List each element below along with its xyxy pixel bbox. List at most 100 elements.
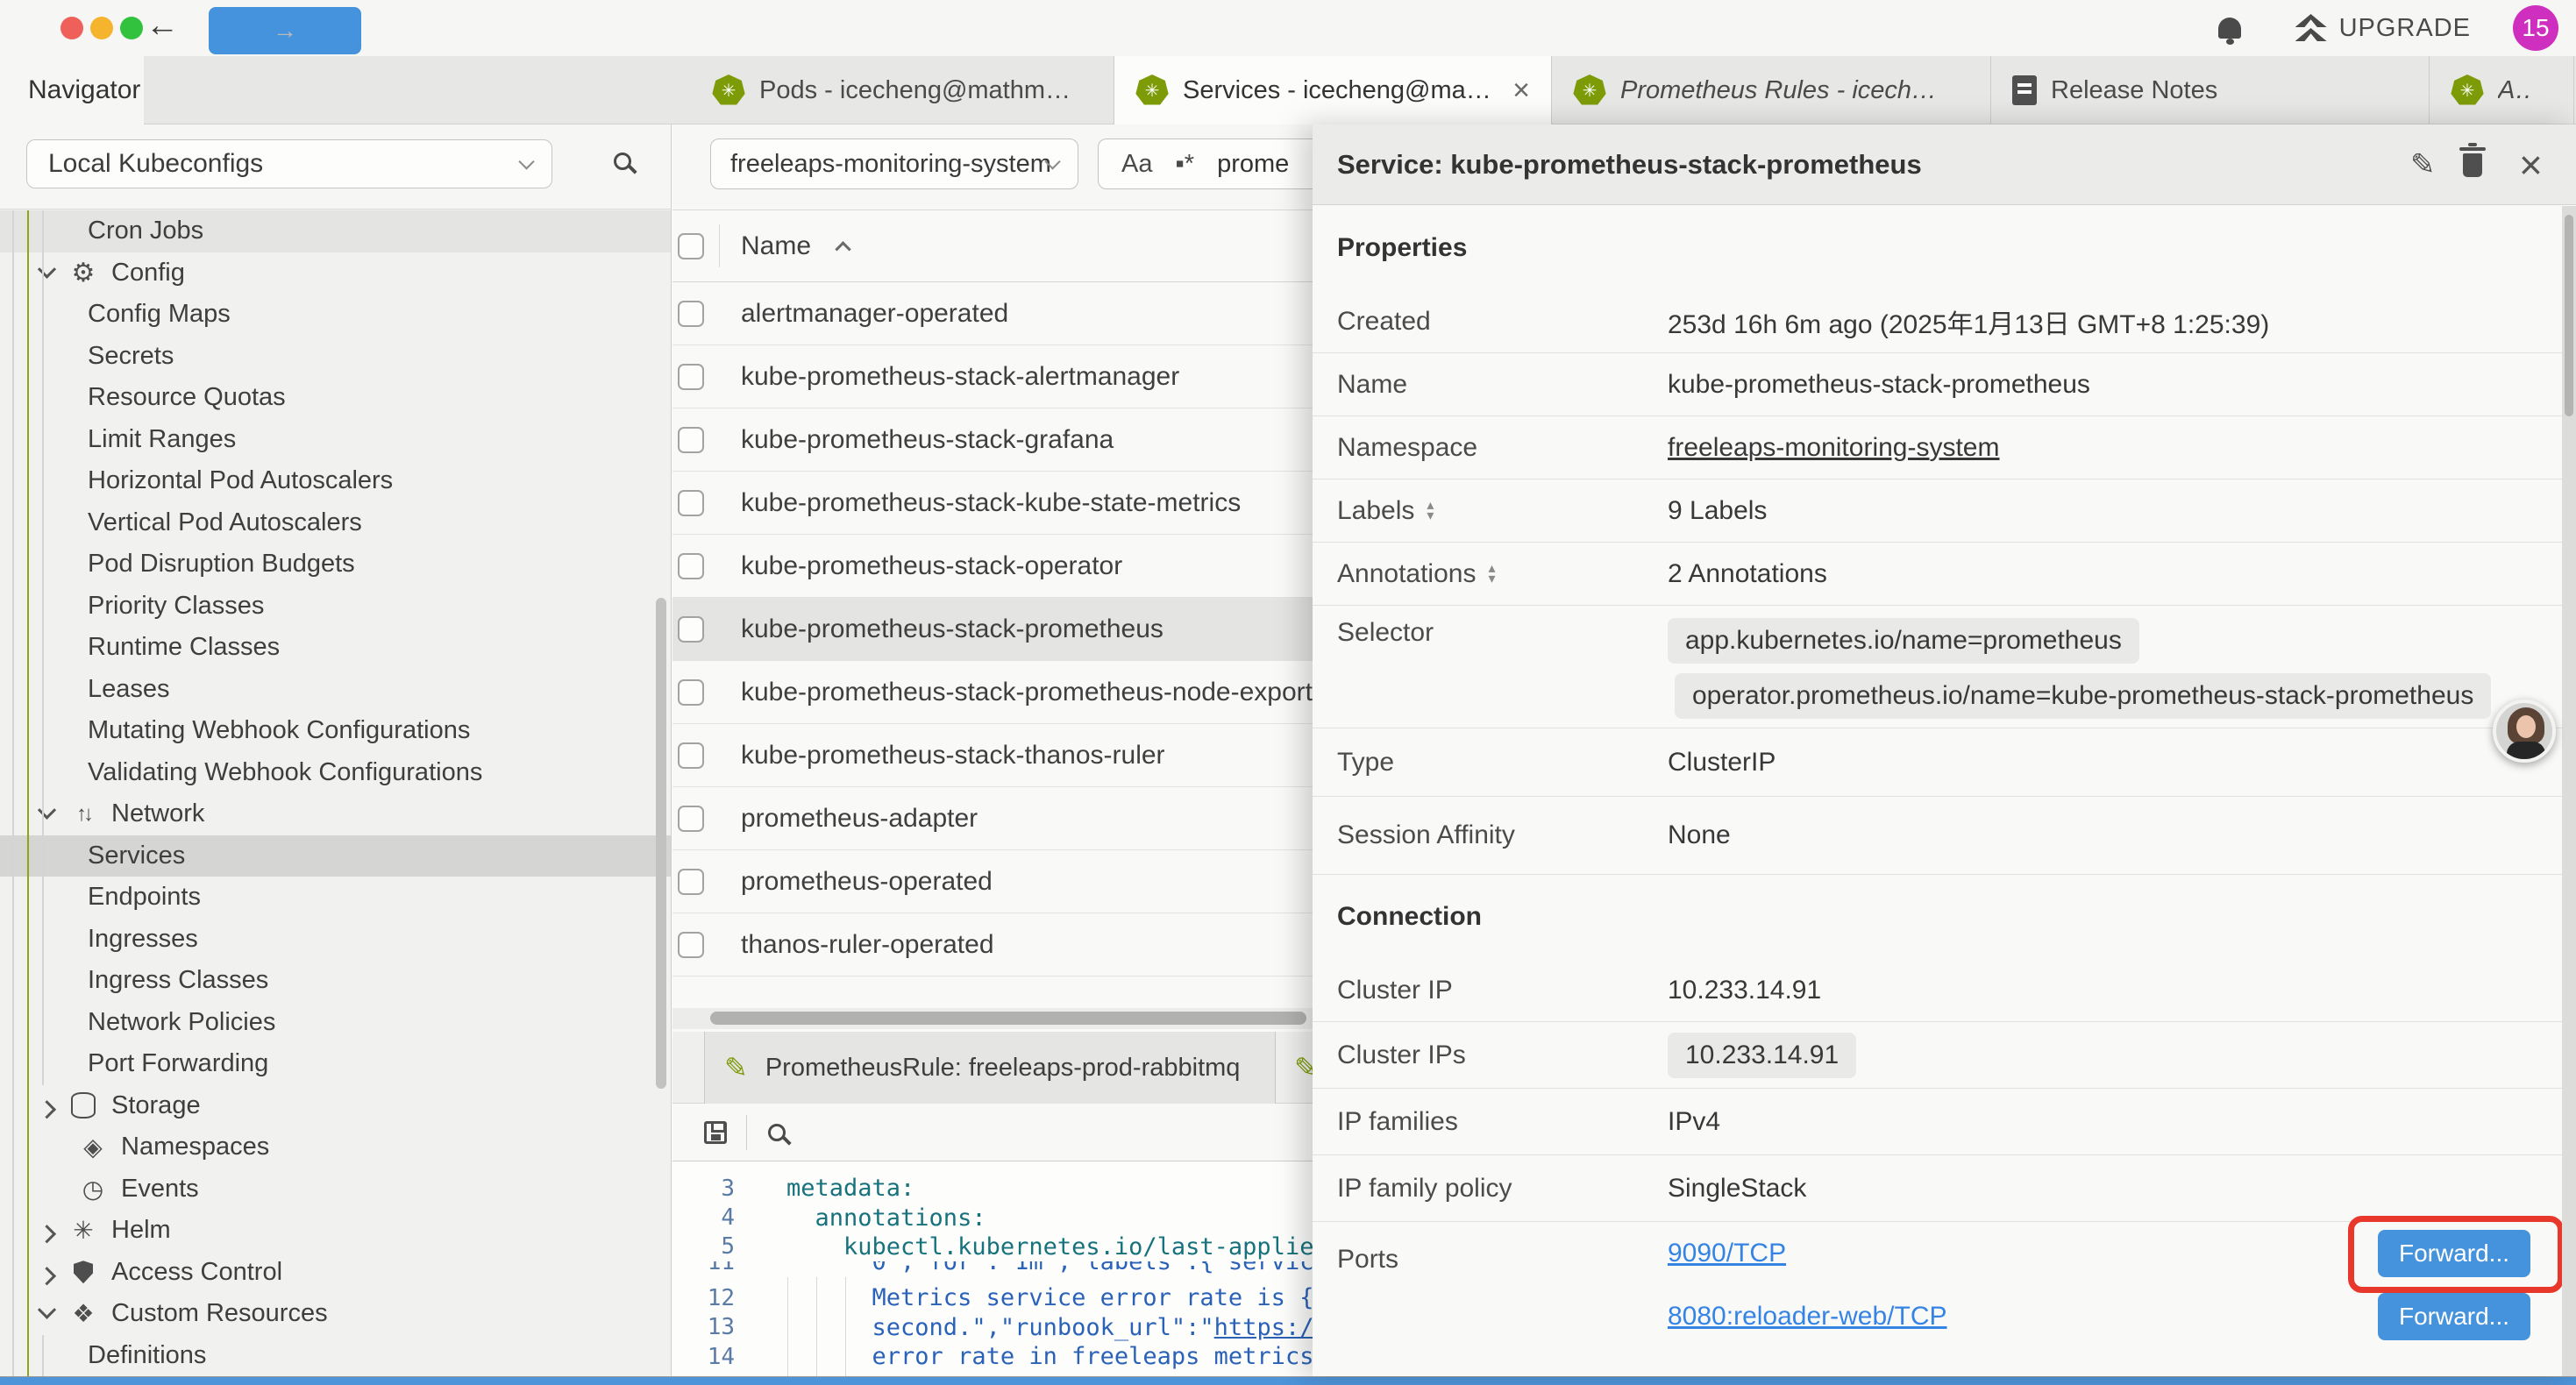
name-column-header[interactable]: Name (741, 210, 849, 282)
port-link[interactable]: 8080:reloader-web/TCP (1668, 1302, 1947, 1332)
sidebar-item[interactable]: Horizontal Pod Autoscalers (0, 460, 671, 502)
content-tab[interactable]: Services - icecheng@math... × (1114, 56, 1552, 124)
expand-collapse-icon[interactable] (1488, 564, 1495, 585)
sidebar-item[interactable]: Network (0, 793, 671, 835)
sidebar-item[interactable]: Ingress Classes (0, 960, 671, 1002)
sidebar-item[interactable]: Config (0, 252, 671, 295)
code-text: error rate in freeleaps metrics serv (755, 1343, 1385, 1370)
navigator-tab[interactable]: Navigator (0, 56, 144, 124)
tree-chevron-icon[interactable] (38, 1301, 56, 1319)
sidebar-item[interactable]: Custom Resources (0, 1293, 671, 1335)
window-minimize-button[interactable] (90, 17, 113, 39)
row-checkbox[interactable] (678, 806, 704, 832)
match-case-toggle[interactable]: Aa (1121, 150, 1152, 179)
window-close-button[interactable] (60, 17, 83, 39)
assistant-avatar[interactable] (2493, 700, 2556, 763)
expand-collapse-icon[interactable] (1427, 501, 1434, 522)
horizontal-scrollbar-thumb[interactable] (710, 1012, 1306, 1025)
panel-scrollbar[interactable] (2562, 206, 2576, 1376)
namespace-link[interactable]: freeleaps-monitoring-system (1668, 433, 1999, 463)
sidebar-item[interactable]: Mutating Webhook Configurations (0, 710, 671, 752)
tree-chevron-icon[interactable] (38, 1100, 56, 1119)
forward-button[interactable]: → (209, 7, 361, 54)
sidebar-scrollbar[interactable] (656, 598, 666, 1089)
editor-tab[interactable]: PrometheusRule: freeleaps-prod-rabbitmq (704, 1032, 1276, 1104)
sidebar-item[interactable]: Vertical Pod Autoscalers (0, 502, 671, 544)
sidebar-item[interactable]: Limit Ranges (0, 419, 671, 461)
window-zoom-button[interactable] (120, 17, 143, 39)
namespace-select[interactable]: freeleaps-monitoring-system (710, 138, 1078, 189)
select-all-checkbox[interactable] (678, 233, 704, 259)
close-icon[interactable]: × (2519, 124, 2543, 205)
sidebar-item[interactable]: Services (0, 835, 671, 877)
sidebar-search-icon[interactable] (614, 153, 631, 170)
sidebar-item-label: Horizontal Pod Autoscalers (88, 466, 393, 495)
upgrade-icon[interactable] (2295, 14, 2327, 42)
code-text: second.","runbook_url":"https://netc (755, 1314, 1385, 1341)
sidebar-item[interactable]: Helm (0, 1210, 671, 1252)
sidebar-item[interactable]: Leases (0, 669, 671, 711)
row-checkbox[interactable] (678, 490, 704, 516)
delete-icon[interactable] (2463, 124, 2482, 205)
sidebar-item-label: Port Forwarding (88, 1049, 268, 1078)
sidebar-item[interactable]: Endpoints (0, 877, 671, 919)
notifications-bell-icon[interactable] (2218, 18, 2241, 39)
save-icon[interactable] (704, 1121, 727, 1144)
labels-value[interactable]: 9 Labels (1668, 496, 1767, 526)
sidebar-header: Local Kubeconfigs (0, 124, 671, 210)
sidebar-item[interactable]: Pod Disruption Budgets (0, 543, 671, 586)
tree-chevron-icon[interactable] (38, 1225, 56, 1243)
name-value: kube-prometheus-stack-prometheus (1668, 370, 2090, 400)
sidebar-item[interactable]: Secrets (0, 336, 671, 378)
row-checkbox[interactable] (678, 869, 704, 895)
row-checkbox[interactable] (678, 742, 704, 769)
row-checkbox[interactable] (678, 616, 704, 643)
sidebar-item[interactable]: Cron Jobs (0, 210, 671, 252)
sidebar-item[interactable]: Validating Webhook Configurations (0, 752, 671, 794)
row-checkbox[interactable] (678, 679, 704, 706)
content-tab[interactable]: Prometheus Rules - icecheng... (1552, 56, 1991, 124)
sidebar-item[interactable]: Definitions (0, 1335, 671, 1377)
panel-scrollbar-thumb[interactable] (2565, 215, 2573, 416)
kubeconfig-select[interactable]: Local Kubeconfigs (26, 139, 552, 188)
type-value: ClusterIP (1668, 748, 1775, 778)
tab-close-icon[interactable]: × (1512, 74, 1530, 108)
regex-toggle-icon[interactable]: ▪* (1175, 150, 1194, 179)
sidebar-item[interactable]: Runtime Classes (0, 627, 671, 669)
ip-family-policy-label: IP family policy (1313, 1174, 1668, 1204)
edit-icon[interactable] (2410, 124, 2436, 205)
forward-button[interactable]: Forward... (2378, 1293, 2530, 1340)
sidebar-item[interactable]: Access Control (0, 1252, 671, 1294)
sidebar-item[interactable]: Namespaces (0, 1126, 671, 1168)
row-checkbox[interactable] (678, 553, 704, 579)
session-affinity-value: None (1668, 820, 1731, 850)
annotations-value[interactable]: 2 Annotations (1668, 559, 1827, 589)
editor-search-icon[interactable] (768, 1124, 786, 1141)
sidebar-item[interactable]: Priority Classes (0, 586, 671, 628)
row-checkbox[interactable] (678, 364, 704, 390)
row-checkbox[interactable] (678, 932, 704, 958)
sidebar-item[interactable]: Ingresses (0, 919, 671, 961)
sidebar-item[interactable]: Resource Quotas (0, 377, 671, 419)
upgrade-button[interactable]: UPGRADE (2339, 14, 2471, 43)
forward-button[interactable]: Forward... (2378, 1230, 2530, 1277)
sidebar-item[interactable]: Port Forwarding (0, 1043, 671, 1085)
sidebar-item[interactable]: Events (0, 1168, 671, 1211)
properties-section-heading: Properties (1313, 206, 2576, 290)
sidebar-item[interactable]: Network Policies (0, 1002, 671, 1044)
tree-chevron-icon[interactable] (38, 259, 56, 278)
session-affinity-row: Session Affinity None (1313, 797, 2576, 875)
row-checkbox[interactable] (678, 427, 704, 453)
row-checkbox[interactable] (678, 301, 704, 327)
content-tab[interactable]: Pods - icecheng@mathmas... (691, 56, 1114, 124)
tree-chevron-icon[interactable] (38, 801, 56, 820)
notification-count-badge[interactable]: 15 (2513, 5, 2558, 51)
sidebar-item[interactable]: Config Maps (0, 294, 671, 336)
back-button[interactable]: ← (146, 7, 179, 45)
ip-family-policy-value: SingleStack (1668, 1174, 1806, 1204)
tree-chevron-icon[interactable] (38, 1267, 56, 1285)
sidebar-item[interactable]: Storage (0, 1085, 671, 1127)
content-tab[interactable]: Release Notes (1991, 56, 2430, 124)
port-link[interactable]: 9090/TCP (1668, 1239, 1786, 1268)
content-tab[interactable]: Argo Se (2430, 56, 2574, 124)
